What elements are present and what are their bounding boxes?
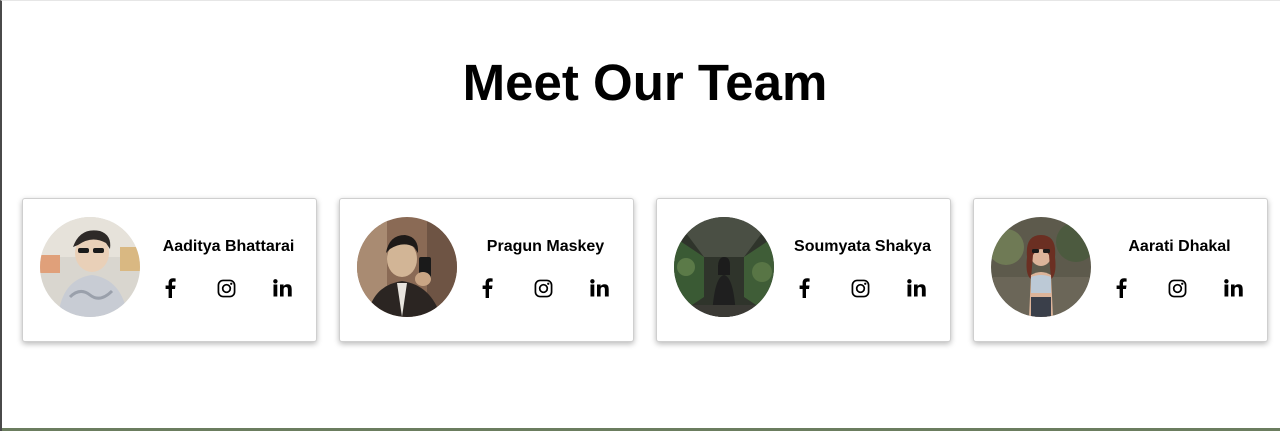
facebook-icon	[1116, 278, 1127, 298]
instagram-link[interactable]	[216, 277, 238, 299]
linkedin-icon	[907, 279, 926, 297]
avatar-photo	[991, 217, 1091, 317]
avatar-photo	[357, 217, 457, 317]
facebook-link[interactable]	[1110, 277, 1132, 299]
avatar-photo	[674, 217, 774, 317]
team-card: Pragun Maskey	[339, 198, 634, 342]
facebook-link[interactable]	[793, 277, 815, 299]
linkedin-link[interactable]	[906, 277, 928, 299]
instagram-icon	[217, 279, 236, 297]
facebook-link[interactable]	[159, 277, 181, 299]
team-card: Soumyata Shakya	[656, 198, 951, 342]
facebook-icon	[799, 278, 810, 298]
team-list: Aaditya Bhattarai Pragun Maskey Soumyata…	[22, 198, 1268, 342]
facebook-icon	[165, 278, 176, 298]
linkedin-link[interactable]	[1223, 277, 1245, 299]
social-links	[1100, 277, 1257, 299]
linkedin-icon	[1224, 279, 1243, 297]
page-title: Meet Our Team	[462, 54, 828, 111]
facebook-icon	[482, 278, 493, 298]
team-card: Aarati Dhakal	[973, 198, 1268, 342]
social-links	[466, 277, 623, 299]
instagram-icon	[1168, 279, 1187, 297]
member-name: Soumyata Shakya	[794, 238, 931, 255]
facebook-link[interactable]	[476, 277, 498, 299]
avatar	[357, 217, 457, 317]
member-name: Pragun Maskey	[486, 238, 605, 255]
linkedin-link[interactable]	[272, 277, 294, 299]
linkedin-icon	[273, 279, 292, 297]
instagram-link[interactable]	[1167, 277, 1189, 299]
social-links	[149, 277, 306, 299]
avatar	[674, 217, 774, 317]
avatar	[991, 217, 1091, 317]
instagram-icon	[534, 279, 553, 297]
member-name: Aarati Dhakal	[1128, 238, 1231, 255]
linkedin-icon	[590, 279, 609, 297]
social-links	[783, 277, 940, 299]
instagram-icon	[851, 279, 870, 297]
instagram-link[interactable]	[850, 277, 872, 299]
linkedin-link[interactable]	[589, 277, 611, 299]
member-name: Aaditya Bhattarai	[162, 238, 295, 255]
instagram-link[interactable]	[533, 277, 555, 299]
avatar-photo	[40, 217, 140, 317]
team-card: Aaditya Bhattarai	[22, 198, 317, 342]
avatar	[40, 217, 140, 317]
